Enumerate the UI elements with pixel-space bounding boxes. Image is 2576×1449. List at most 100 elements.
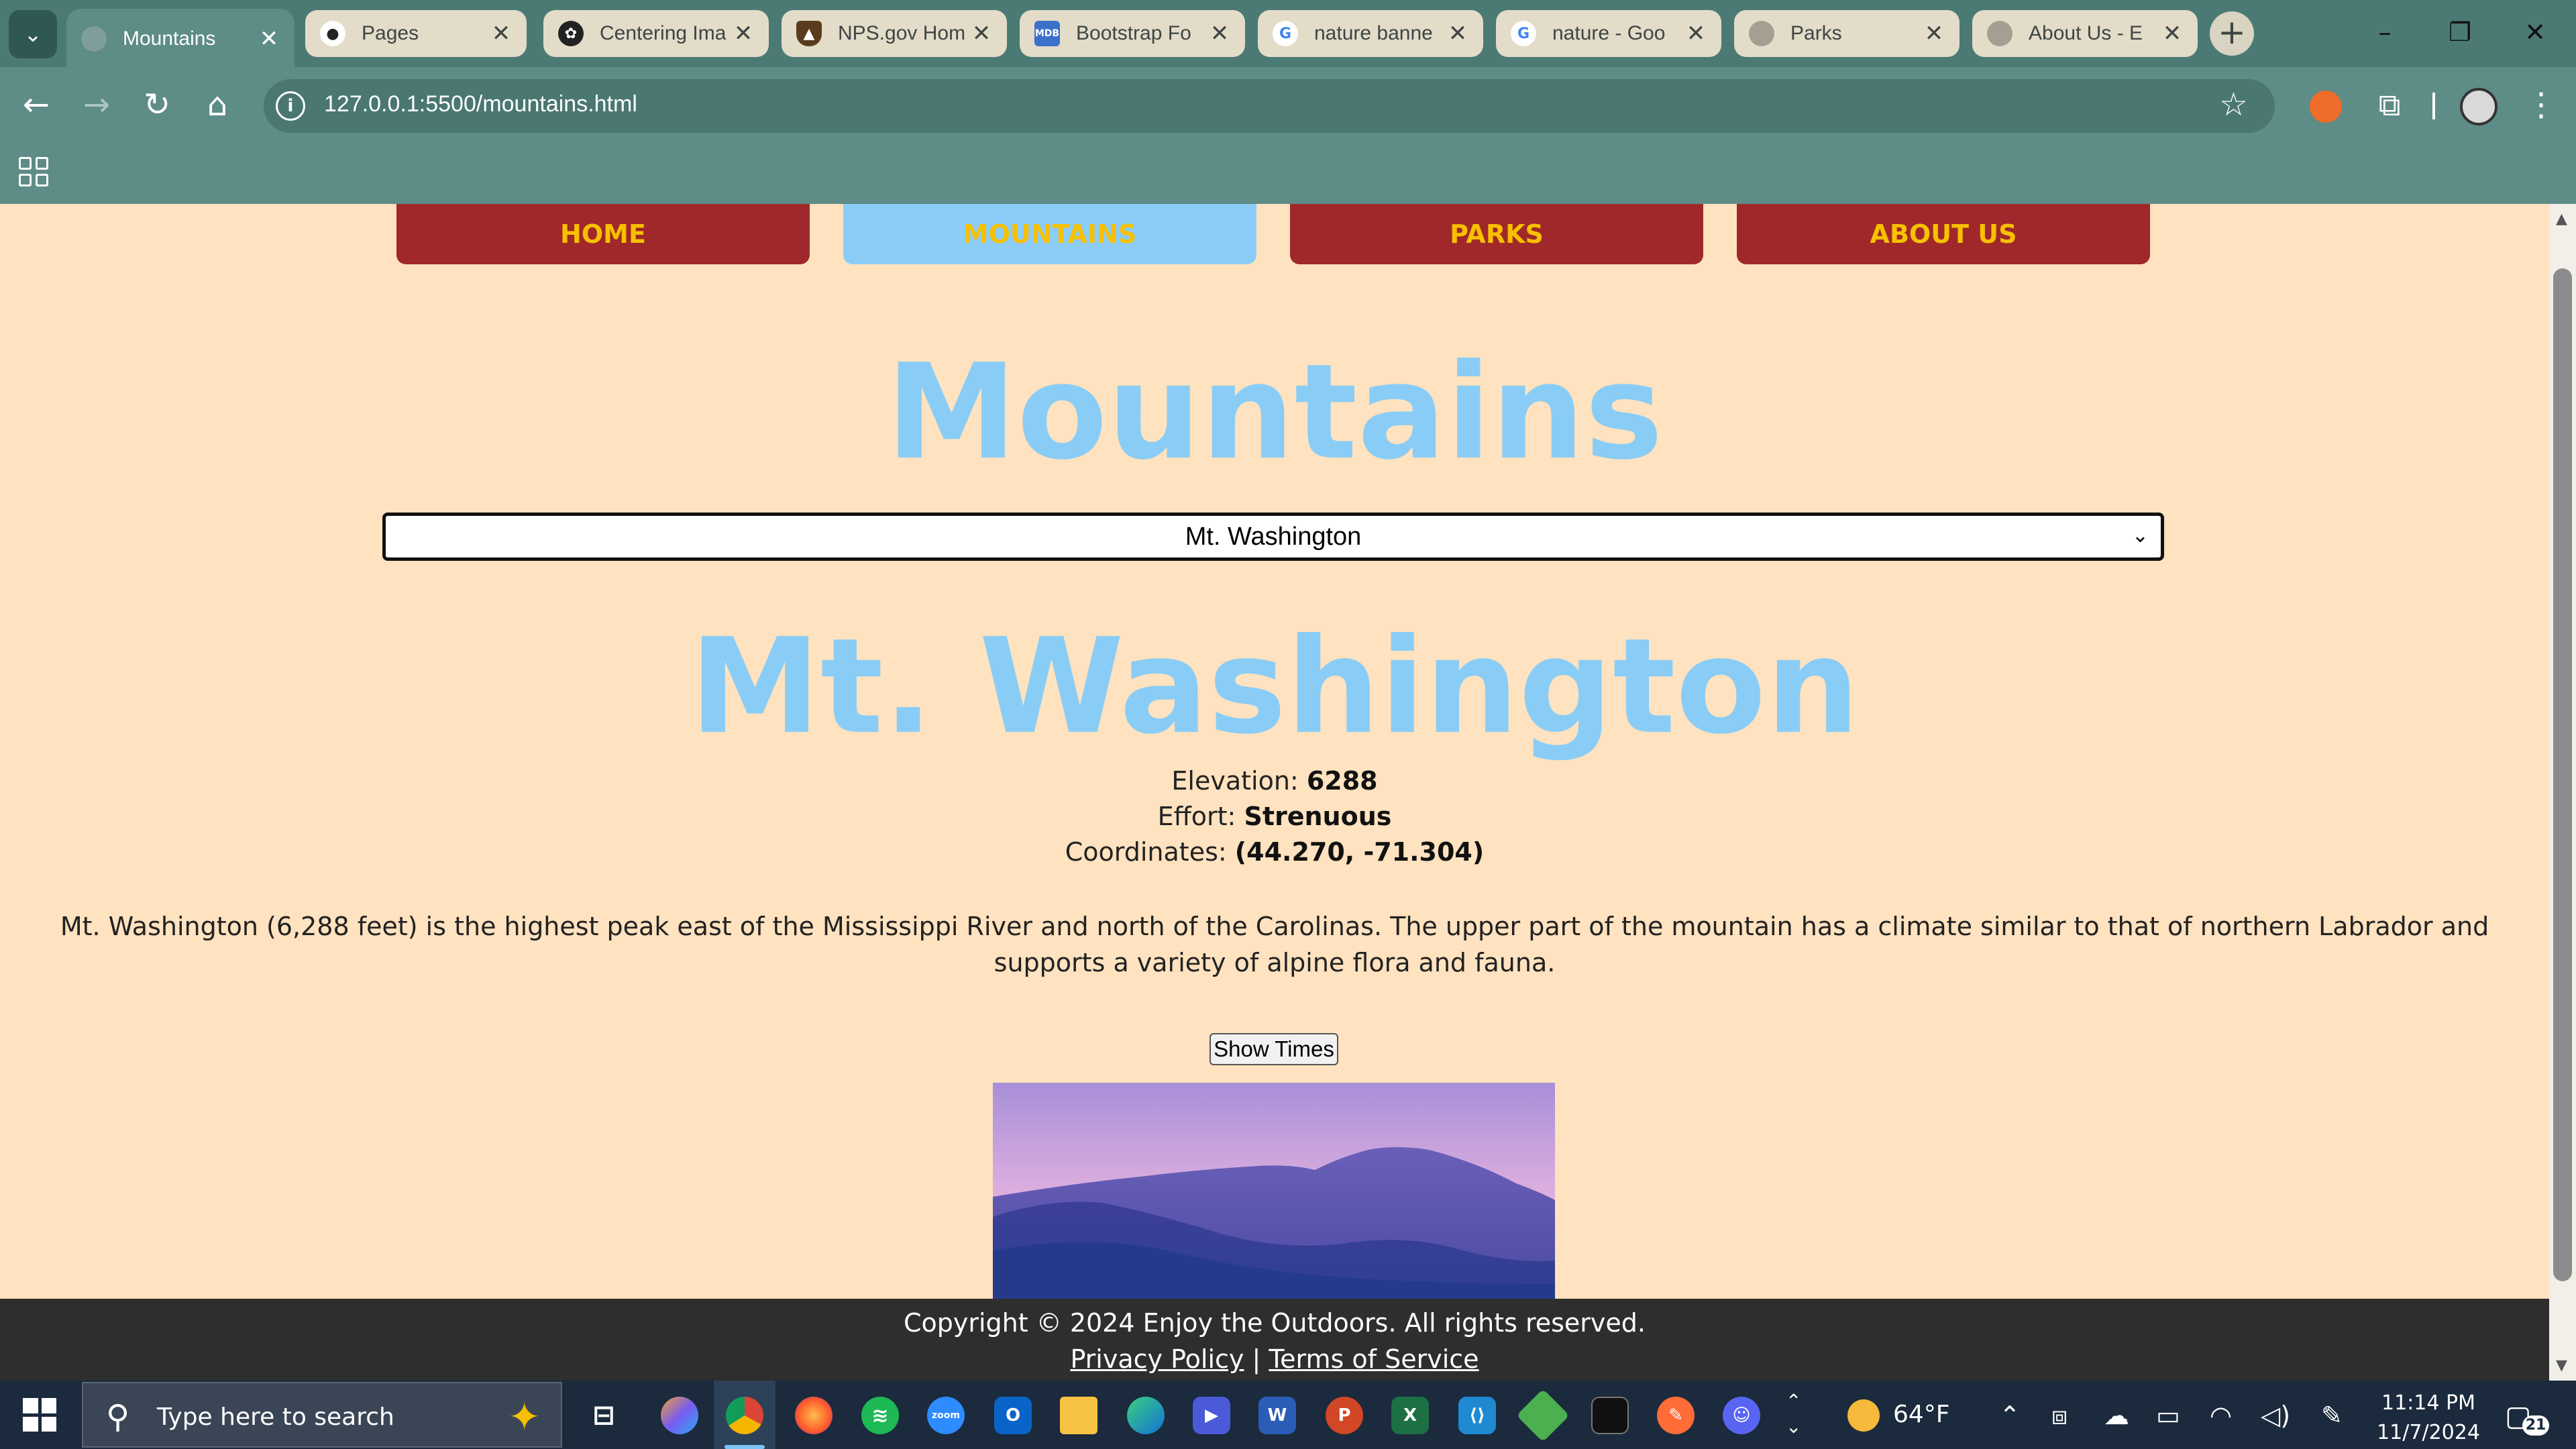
tab-about-us[interactable]: About Us - E ✕ xyxy=(1972,10,2198,57)
firefox-icon[interactable] xyxy=(795,1397,833,1434)
close-icon[interactable]: ✕ xyxy=(1684,20,1708,47)
apps-grid-icon[interactable] xyxy=(19,157,48,186)
chevron-down-icon: ⌄ xyxy=(2131,525,2149,547)
window-close-button[interactable]: ✕ xyxy=(2505,12,2565,52)
bookmarks-bar xyxy=(0,142,2576,204)
notification-badge: 21 xyxy=(2522,1415,2549,1436)
minimize-button[interactable]: – xyxy=(2355,12,2415,52)
back-arrow-icon[interactable]: ← xyxy=(15,83,58,126)
url-text: 127.0.0.1:5500/mountains.html xyxy=(324,91,637,117)
mountain-select[interactable]: Mt. Washington ⌄ xyxy=(382,513,2164,561)
task-view-icon[interactable]: ⊟ xyxy=(585,1397,623,1434)
home-icon[interactable]: ⌂ xyxy=(196,83,239,126)
onedrive-icon[interactable]: ☁ xyxy=(2104,1401,2129,1430)
nav-mountains[interactable]: MOUNTAINS xyxy=(843,204,1256,264)
spotify-icon[interactable]: ≋ xyxy=(861,1397,899,1434)
nav-parks[interactable]: PARKS xyxy=(1290,204,1703,264)
address-bar[interactable]: i 127.0.0.1:5500/mountains.html ☆ xyxy=(264,79,2275,133)
tab-search-button[interactable]: ⌄ xyxy=(9,10,57,58)
forward-arrow-icon[interactable]: → xyxy=(75,83,118,126)
mountain-name: Mt. Washington xyxy=(690,610,1860,763)
pen-icon[interactable]: ✎ xyxy=(2321,1401,2343,1430)
effort-value: Strenuous xyxy=(1244,802,1392,831)
nav-home[interactable]: HOME xyxy=(396,204,810,264)
scroll-down-arrow-icon[interactable]: ▼ xyxy=(2556,1357,2567,1374)
taskbar-search[interactable]: ⚲ Type here to search ✦ xyxy=(82,1382,562,1448)
weather-widget[interactable]: 64°F xyxy=(1847,1399,1950,1432)
close-icon[interactable]: ✕ xyxy=(1446,20,1470,47)
system-clock[interactable]: 11:14 PM 11/7/2024 xyxy=(2361,1389,2496,1448)
battery-icon[interactable]: ▭ xyxy=(2156,1401,2180,1430)
coordinates-row: Coordinates: (44.270, -71.304) xyxy=(1065,837,1485,867)
show-times-button[interactable]: Show Times xyxy=(1210,1033,1338,1065)
google-icon: G xyxy=(1273,21,1298,46)
terminal-icon[interactable] xyxy=(1591,1397,1629,1434)
scroll-up-arrow-icon[interactable]: ▲ xyxy=(2556,211,2567,227)
reload-icon[interactable]: ↻ xyxy=(136,83,178,126)
restore-button[interactable]: ❐ xyxy=(2430,12,2490,52)
extension-fox-icon[interactable] xyxy=(2310,91,2342,123)
git-icon[interactable] xyxy=(1516,1389,1570,1442)
tab-pages[interactable]: ● Pages ✕ xyxy=(305,10,527,57)
tab-bootstrap[interactable]: MDB Bootstrap Fo ✕ xyxy=(1020,10,1245,57)
vscode-icon[interactable]: ⟨⟩ xyxy=(1458,1397,1496,1434)
close-icon[interactable]: ✕ xyxy=(489,20,513,47)
zoom-icon[interactable]: zoom xyxy=(927,1397,965,1434)
close-icon[interactable]: ✕ xyxy=(2160,20,2184,47)
globe-icon xyxy=(1749,21,1774,46)
tab-nps[interactable]: ▲ NPS.gov Hom ✕ xyxy=(782,10,1007,57)
meet-now-icon[interactable]: ⧈ xyxy=(2051,1401,2068,1431)
tab-parks[interactable]: Parks ✕ xyxy=(1734,10,1960,57)
extensions-puzzle-icon[interactable]: ⧉ xyxy=(2368,83,2411,126)
mdb-icon: MDB xyxy=(1034,21,1060,46)
taskbar-overflow-icon[interactable]: ⌃ ⌄ xyxy=(1786,1389,1801,1440)
scrollbar-thumb[interactable] xyxy=(2553,268,2572,1281)
nav-about-us[interactable]: ABOUT US xyxy=(1737,204,2150,264)
temperature: 64°F xyxy=(1893,1401,1950,1428)
tab-nature-banner[interactable]: G nature banne ✕ xyxy=(1258,10,1483,57)
tray-chevron-icon[interactable]: ⌃ xyxy=(1999,1401,2021,1430)
postman-icon[interactable]: ✎ xyxy=(1657,1397,1695,1434)
tab-title: Parks xyxy=(1790,22,1842,44)
close-icon[interactable]: ✕ xyxy=(731,20,755,47)
tab-title: Centering Ima xyxy=(600,22,727,44)
chrome-icon[interactable] xyxy=(726,1397,763,1434)
bookmark-star-icon[interactable]: ☆ xyxy=(2219,86,2248,123)
menu-kebab-icon[interactable]: ⋮ xyxy=(2520,83,2563,126)
tab-centering-images[interactable]: ✿ Centering Ima ✕ xyxy=(543,10,769,57)
terms-of-service-link[interactable]: Terms of Service xyxy=(1269,1344,1479,1374)
word-icon[interactable]: W xyxy=(1258,1397,1296,1434)
wifi-icon[interactable]: ◠ xyxy=(2210,1401,2232,1430)
page-scrollbar[interactable]: ▲ ▼ xyxy=(2549,204,2576,1381)
notification-center-icon[interactable]: ▢ 21 xyxy=(2505,1399,2549,1436)
profile-avatar[interactable] xyxy=(2460,88,2498,125)
outlook-icon[interactable]: O xyxy=(994,1397,1032,1434)
copilot-sparkle-icon[interactable]: ✦ xyxy=(508,1394,541,1440)
edge-icon[interactable] xyxy=(1127,1397,1165,1434)
mountain-stats: Elevation: 6288 Effort: Strenuous Coordi… xyxy=(0,763,2549,870)
site-info-icon[interactable]: i xyxy=(276,91,305,121)
page-viewport: HOME MOUNTAINS PARKS ABOUT US Mountains … xyxy=(0,204,2549,1299)
close-icon[interactable]: ✕ xyxy=(1922,20,1946,47)
footer-separator: | xyxy=(1252,1344,1261,1374)
copilot-icon[interactable] xyxy=(661,1397,698,1434)
nps-icon: ▲ xyxy=(796,21,822,46)
selected-option: Mt. Washington xyxy=(1185,522,1362,551)
globe-icon xyxy=(81,26,107,52)
tab-nature-google[interactable]: G nature - Goo ✕ xyxy=(1496,10,1721,57)
new-tab-button[interactable]: + xyxy=(2210,11,2254,56)
close-icon[interactable]: ✕ xyxy=(969,20,994,47)
volume-icon[interactable]: ◁) xyxy=(2261,1401,2290,1430)
discord-icon[interactable]: ☺ xyxy=(1723,1397,1760,1434)
privacy-policy-link[interactable]: Privacy Policy xyxy=(1070,1344,1244,1374)
excel-icon[interactable]: X xyxy=(1391,1397,1429,1434)
powerpoint-icon[interactable]: P xyxy=(1326,1397,1363,1434)
windows-start-icon[interactable] xyxy=(23,1398,56,1432)
tab-mountains[interactable]: Mountains ✕ xyxy=(66,9,294,69)
tab-title: nature banne xyxy=(1314,22,1433,44)
copyright-text: Copyright © 2024 Enjoy the Outdoors. All… xyxy=(903,1308,1646,1338)
power-automate-icon[interactable]: ▶ xyxy=(1193,1397,1230,1434)
close-icon[interactable]: ✕ xyxy=(257,25,281,52)
close-icon[interactable]: ✕ xyxy=(1208,20,1232,47)
file-explorer-icon[interactable] xyxy=(1060,1397,1097,1434)
